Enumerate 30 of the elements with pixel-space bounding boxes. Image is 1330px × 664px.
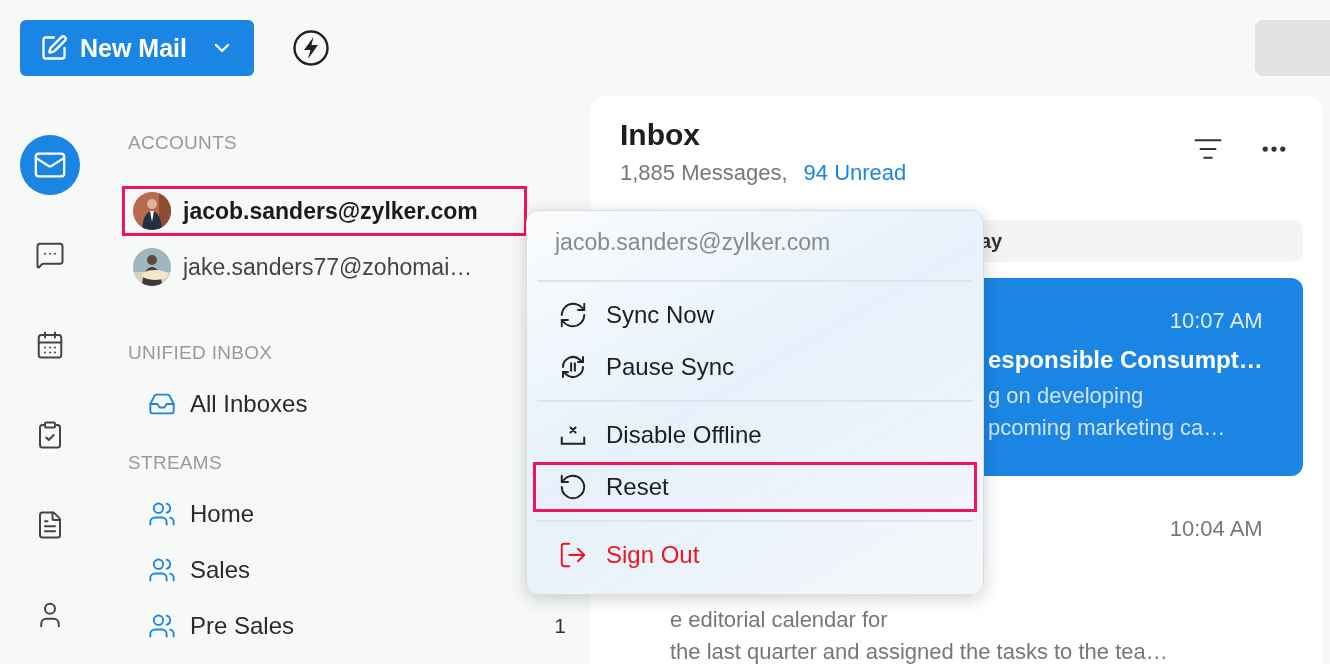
account-item[interactable]: jake.sanders77@zohomai… [122, 242, 527, 292]
message-time: 10:07 AM [1169, 308, 1263, 334]
mail-nav-button[interactable] [20, 135, 80, 195]
section-title: ACCOUNTS [127, 132, 238, 154]
account-email: jake.sanders77@zohomai… [183, 253, 473, 281]
unread-count: 1 [554, 614, 566, 638]
account-item[interactable]: jacob.sanders@zylker.com [122, 186, 527, 236]
message-preview: pcoming marketing ca… [988, 414, 1227, 442]
menu-item[interactable]: Sync Now [533, 290, 977, 340]
sign-out-icon [558, 540, 588, 570]
menu-item[interactable]: Reset [533, 462, 977, 512]
calendar-icon [35, 330, 65, 360]
message-preview: g on developing [988, 382, 1145, 410]
new-mail-button[interactable]: New Mail [20, 20, 254, 76]
section-title: UNIFIED INBOX [127, 342, 274, 364]
message-count: 1,885 Messages, [620, 160, 788, 186]
lightning-button[interactable] [292, 29, 330, 67]
compose-icon [40, 34, 68, 62]
people-icon [148, 612, 176, 640]
account-email: jacob.sanders@zylker.com [183, 197, 478, 225]
reset-icon [558, 472, 588, 502]
lightning-icon [292, 29, 330, 67]
chat-icon [35, 240, 65, 270]
section-title: STREAMS [127, 452, 223, 474]
message-subject: esponsible Consumpt… [988, 346, 1263, 374]
people-icon [148, 500, 176, 528]
folder-title: Inbox [620, 118, 701, 152]
people-icon [148, 556, 176, 584]
sync-icon [558, 300, 588, 330]
unread-link[interactable]: 94 Unread [803, 160, 907, 186]
